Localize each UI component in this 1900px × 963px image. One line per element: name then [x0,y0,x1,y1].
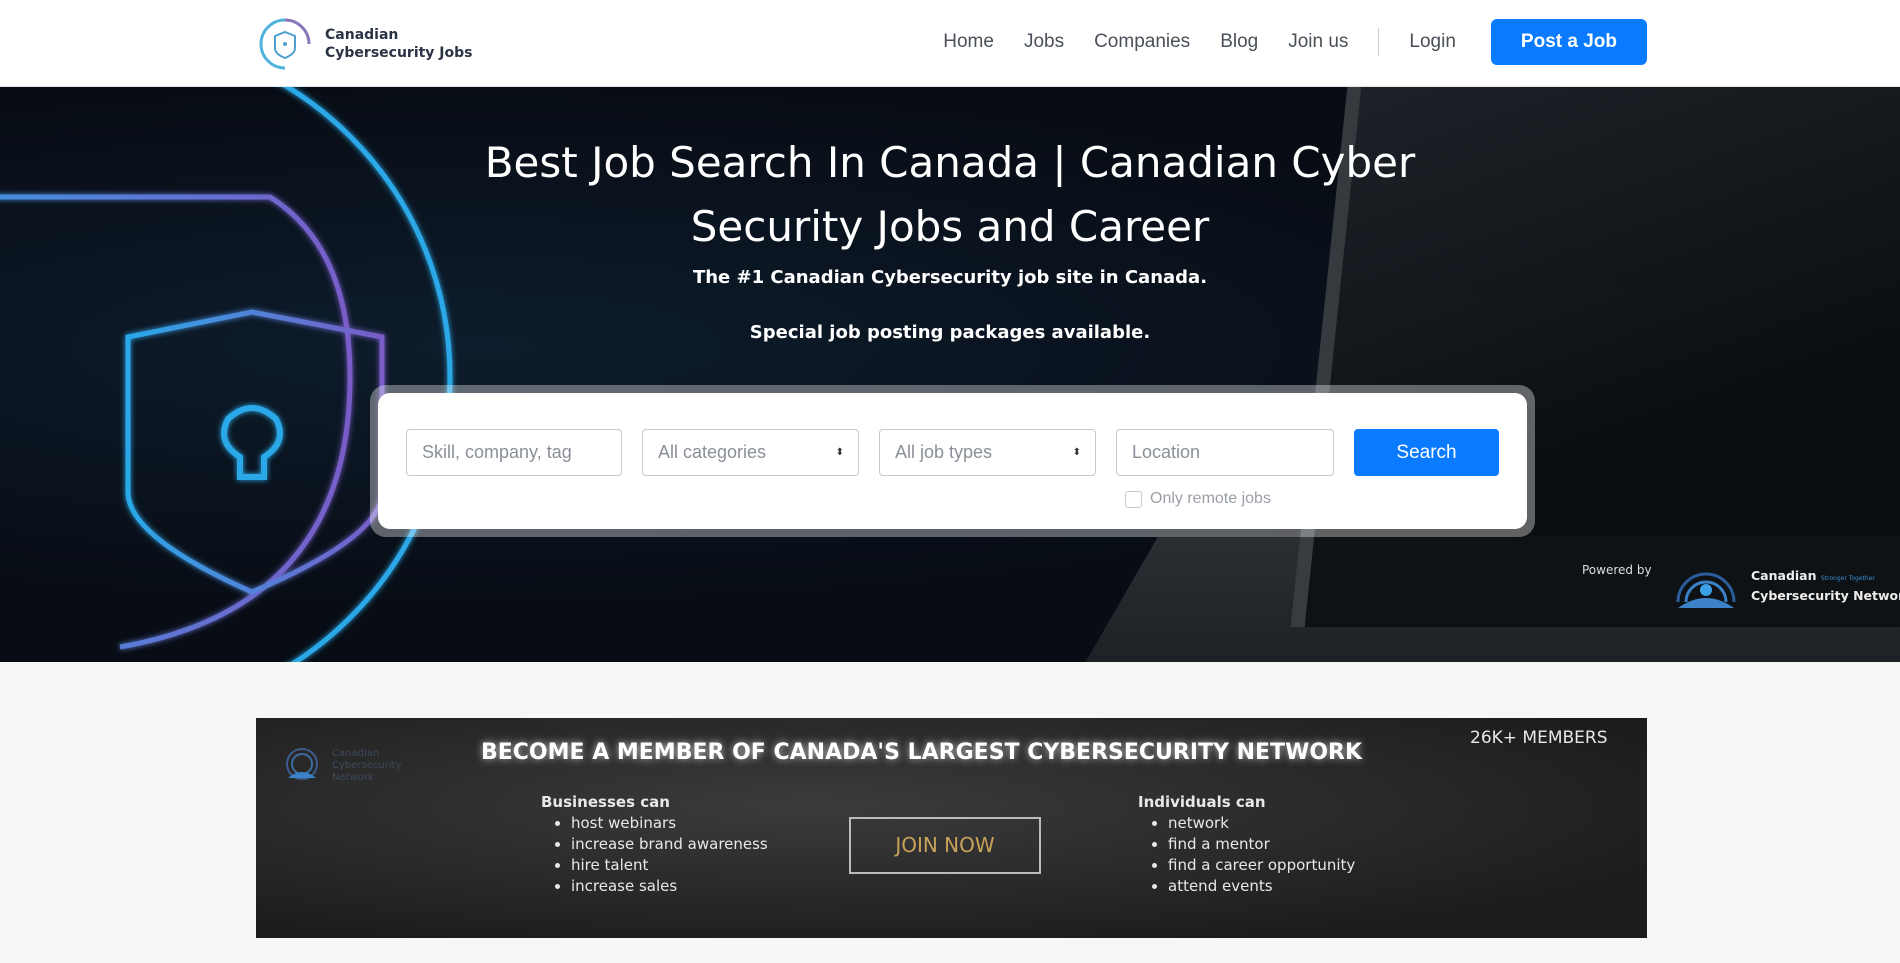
hero-subtitle: The #1 Canadian Cybersecurity job site i… [692,267,1208,288]
select-arrows-icon: ⬍ [835,447,844,458]
search-button[interactable]: Search [1354,429,1499,476]
list-item: host webinars [571,813,768,834]
list-item: find a career opportunity [1168,855,1355,876]
powered-by-label: Powered by [1582,563,1652,577]
network-name: Canadian Stronger Together Cybersecurity … [1751,567,1900,604]
remote-label: Only remote jobs [1150,490,1271,507]
search-form: Skill, company, tag All categories ⬍ All … [378,393,1527,529]
site-header: Canadian Cybersecurity Jobs Home Jobs Com… [0,0,1900,87]
site-logo[interactable]: Canadian Cybersecurity Jobs [255,16,473,72]
list-item: find a mentor [1168,834,1355,855]
select-arrows-icon: ⬍ [1072,447,1081,458]
category-value: All categories [658,442,767,462]
nav-home[interactable]: Home [943,31,994,53]
businesses-heading: Businesses can [541,793,670,811]
membership-banner[interactable]: Canadian Cybersecurity Network BECOME A … [256,718,1647,938]
code-screen-decoration [1420,107,1820,139]
shield-logo-icon [259,18,311,70]
job-type-value: All job types [895,442,993,462]
nav-blog[interactable]: Blog [1220,31,1258,53]
search-form-container: Skill, company, tag All categories ⬍ All … [370,385,1535,537]
hero-section: Best Job Search In Canada | Canadian Cyb… [0,87,1900,662]
list-item: network [1168,813,1355,834]
job-type-select[interactable]: All job types ⬍ [879,429,1096,476]
hero-packages-text: Special job posting packages available. [749,322,1151,343]
network-tagline: Stronger Together [1820,575,1875,582]
logo-line1: Canadian [325,27,399,43]
network-line1: Canadian [1751,568,1817,583]
main-nav: Home Jobs Companies Blog Join us Login P… [928,19,1647,65]
businesses-list: Businesses can host webinars increase br… [541,792,768,897]
nav-jobs[interactable]: Jobs [1024,31,1064,53]
list-item: increase brand awareness [571,834,768,855]
remote-checkbox[interactable] [1125,490,1142,508]
keyword-input[interactable]: Skill, company, tag [406,429,622,476]
list-item: attend events [1168,876,1355,897]
list-item: hire talent [571,855,768,876]
banner-title: BECOME A MEMBER OF CANADA'S LARGEST CYBE… [480,740,1363,765]
join-now-button[interactable]: JOIN NOW [849,817,1041,874]
members-count: 26K+ MEMBERS [1470,728,1608,748]
individuals-heading: Individuals can [1138,793,1266,811]
logo-line2: Cybersecurity Jobs [325,45,473,61]
list-item: increase sales [571,876,768,897]
post-job-button[interactable]: Post a Job [1490,19,1647,65]
network-logo-icon [1676,572,1736,608]
individuals-list: Individuals can network find a mentor fi… [1138,792,1355,897]
remote-only-option[interactable]: Only remote jobs [1125,490,1271,508]
nav-companies[interactable]: Companies [1094,31,1190,53]
network-line2: Cybersecurity Network [1751,588,1900,603]
category-select[interactable]: All categories ⬍ [642,429,859,476]
location-input[interactable]: Location [1116,429,1334,476]
nav-join-us[interactable]: Join us [1288,31,1348,53]
login-link[interactable]: Login [1409,31,1456,53]
hero-title: Best Job Search In Canada | Canadian Cyb… [484,138,1416,251]
nav-divider [1378,28,1380,56]
